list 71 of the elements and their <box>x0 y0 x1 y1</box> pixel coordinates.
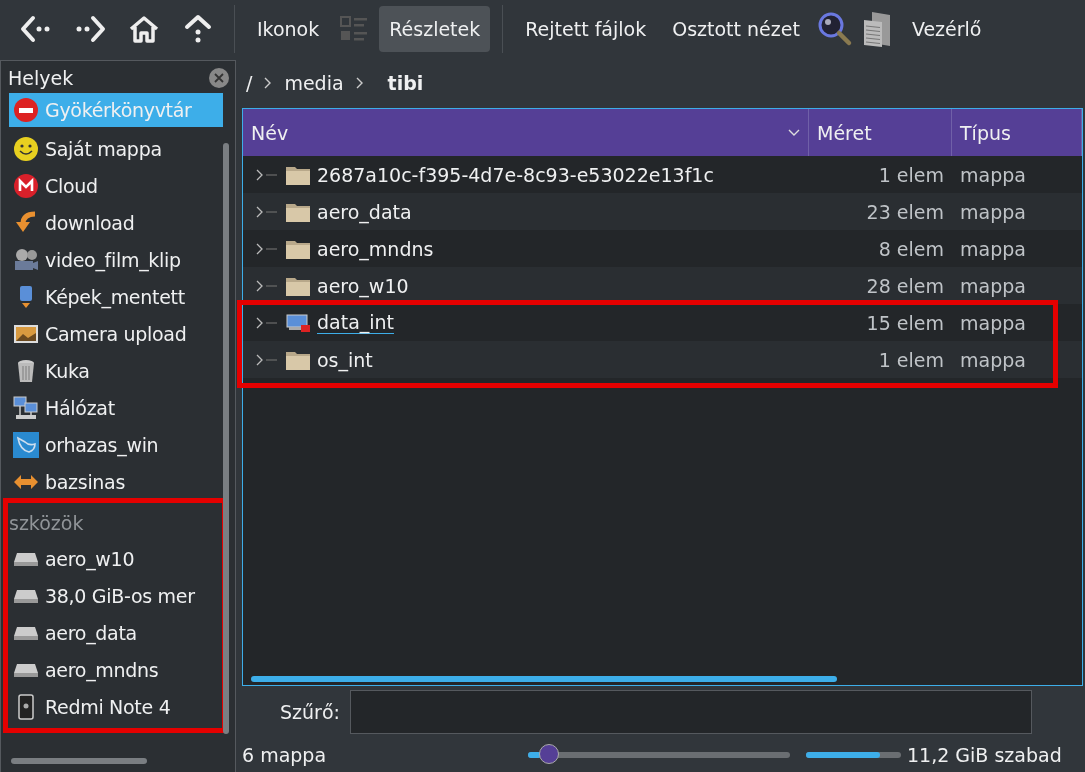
panel-title: Helyek <box>8 67 74 89</box>
file-name: aero_mndns <box>317 237 434 260</box>
filter-field[interactable] <box>349 690 1032 734</box>
smiley-icon <box>13 135 39 162</box>
device-item[interactable]: aero_mndns <box>9 651 223 688</box>
file-row[interactable]: aero_data 23 elem mappa <box>243 193 1082 230</box>
file-name: aero_w10 <box>317 274 409 297</box>
type-cell-text: mappa <box>959 311 1027 334</box>
breadcrumb-item[interactable]: media <box>284 72 344 94</box>
breadcrumb-item[interactable]: tibi <box>387 72 424 94</box>
place-item[interactable]: Képek_mentett <box>9 278 223 315</box>
place-item[interactable]: orhazas_win <box>9 426 223 463</box>
filter-label: Szűrő: <box>280 701 340 723</box>
file-name: os_int <box>317 348 373 371</box>
toolbar-button[interactable]: Osztott nézet <box>662 6 810 52</box>
up-arrow-icon[interactable] <box>183 13 213 45</box>
place-item[interactable]: Camera upload <box>9 315 223 352</box>
device-item[interactable]: aero_w10 <box>9 540 223 577</box>
type-cell-text: mappa <box>959 237 1027 260</box>
file-row[interactable]: 2687a10c-f395-4d7e-8c93-e53022e13f1c 1 elem mappa <box>243 156 1082 193</box>
size-cell-text: 1 elem <box>877 163 945 186</box>
file-row[interactable]: aero_mndns 8 elem mappa <box>243 230 1082 267</box>
film-camera-icon <box>13 246 39 273</box>
device-item[interactable]: aero_data <box>9 614 223 651</box>
type-cell-text: mappa <box>959 200 1027 223</box>
size-cell-text: 23 elem <box>865 200 945 223</box>
sort-caret-icon <box>788 128 800 137</box>
network-computers-icon <box>13 394 39 421</box>
file-row[interactable]: os_int 1 elem mappa <box>243 341 1082 378</box>
file-name: data_int <box>317 311 395 334</box>
toolbar-button[interactable]: Rejtett fájlok <box>515 6 657 52</box>
type-cell-text: mappa <box>959 348 1027 371</box>
file-row[interactable]: data_int 15 elem mappa <box>243 304 1082 341</box>
file-name: 2687a10c-f395-4d7e-8c93-e53022e13f1c <box>317 163 714 186</box>
status-text: 6 mappa <box>242 744 328 766</box>
chevron-icon <box>264 77 273 89</box>
bird-icon <box>13 431 39 458</box>
size-cell-text: 8 elem <box>877 237 945 260</box>
scrollbar[interactable] <box>11 758 147 764</box>
section-title: szközök <box>9 511 85 536</box>
control-button[interactable]: Vezérlő <box>901 6 992 52</box>
place-item[interactable]: download <box>9 204 223 241</box>
file-name: aero_data <box>317 200 412 223</box>
column-header[interactable]: Típus <box>952 109 1082 156</box>
view-mode-button[interactable]: Részletek <box>379 6 491 52</box>
home-icon[interactable] <box>128 14 160 44</box>
free-space-text: 11,2 GiB szabad <box>907 744 1062 766</box>
chevron-icon <box>355 77 364 89</box>
column-header[interactable]: Név <box>243 109 809 156</box>
device-item[interactable]: 38,0 GiB-os mer <box>9 577 223 614</box>
view-mode-button[interactable]: Ikonok <box>247 6 330 52</box>
type-cell-text: mappa <box>959 274 1027 297</box>
breadcrumb-item[interactable]: / <box>246 72 253 94</box>
zoom-slider[interactable] <box>528 745 790 765</box>
size-cell-text: 1 elem <box>877 348 945 371</box>
column-header[interactable]: Méret <box>809 109 952 156</box>
place-item[interactable]: Cloud <box>9 167 223 204</box>
place-item[interactable]: bazsinas <box>9 463 223 500</box>
place-item[interactable]: Kuka <box>9 352 223 389</box>
no-entry-icon <box>13 97 39 123</box>
m-logo-icon <box>13 172 39 199</box>
place-item[interactable]: video_film_klip <box>9 241 223 278</box>
close-icon[interactable] <box>209 68 229 88</box>
scrollbar[interactable] <box>223 143 229 734</box>
device-item[interactable]: Redmi Note 4 <box>9 688 223 725</box>
size-cell-text: 15 elem <box>865 311 945 334</box>
place-item[interactable]: Hálózat <box>9 389 223 426</box>
place-item[interactable]: Saját mappa <box>9 130 223 167</box>
type-cell-text: mappa <box>959 163 1027 186</box>
network-folder-icon <box>285 311 311 334</box>
size-cell-text: 28 elem <box>865 274 945 297</box>
